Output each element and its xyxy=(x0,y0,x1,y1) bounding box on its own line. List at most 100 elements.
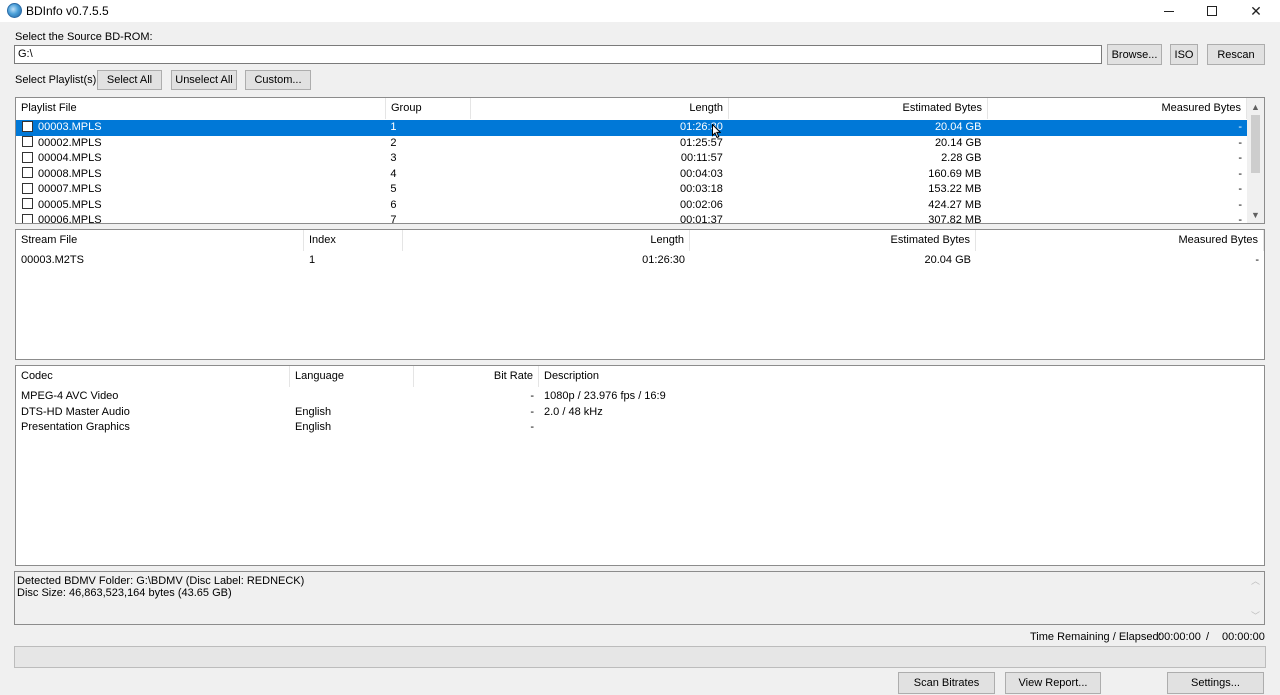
playlist-file: 00003.MPLS xyxy=(38,121,102,133)
codec-name: Presentation Graphics xyxy=(21,421,130,433)
source-path-input[interactable]: G:\ xyxy=(14,45,1102,64)
scroll-up-icon[interactable]: ▲ xyxy=(1247,98,1264,115)
playlist-row[interactable]: 00005.MPLS 6 00:02:06 424.27 MB - xyxy=(16,198,1247,214)
maximize-icon xyxy=(1207,6,1217,16)
playlist-row[interactable]: 00003.MPLS 1 01:26:30 20.04 GB - xyxy=(16,120,1247,136)
col-stream-measured-bytes[interactable]: Measured Bytes xyxy=(976,230,1264,251)
scan-progress-bar xyxy=(14,646,1266,668)
time-separator: / xyxy=(1206,631,1210,643)
select-playlists-label: Select Playlist(s): xyxy=(15,74,100,86)
iso-button[interactable]: ISO xyxy=(1170,44,1198,65)
col-group[interactable]: Group xyxy=(386,98,471,119)
playlist-checkbox[interactable] xyxy=(22,167,33,179)
stream-index: 1 xyxy=(309,254,316,266)
col-codec[interactable]: Codec xyxy=(16,366,290,387)
col-length[interactable]: Length xyxy=(471,98,729,119)
info-scrollbar[interactable]: ︿ ﹀ xyxy=(1247,572,1264,624)
codec-bitrate: - xyxy=(530,390,534,402)
playlist-length: 00:02:06 xyxy=(680,198,723,211)
playlist-checkbox[interactable] xyxy=(22,120,33,132)
unselect-all-button[interactable]: Unselect All xyxy=(171,70,237,90)
playlist-file: 00005.MPLS xyxy=(38,198,102,211)
playlist-row[interactable]: 00008.MPLS 4 00:04:03 160.69 MB - xyxy=(16,167,1247,183)
codec-table[interactable]: Codec Language Bit Rate Description MPEG… xyxy=(15,365,1265,566)
settings-button[interactable]: Settings... xyxy=(1167,672,1264,694)
playlist-group: 4 xyxy=(390,167,397,180)
stream-row[interactable]: 00003.M2TS 1 01:26:30 20.04 GB - xyxy=(16,253,1264,269)
playlist-estimated: 20.14 GB xyxy=(934,136,982,149)
codec-description xyxy=(539,420,1239,436)
col-bit-rate[interactable]: Bit Rate xyxy=(414,366,539,387)
disc-info-textarea[interactable]: Detected BDMV Folder: G:\BDMV (Disc Labe… xyxy=(14,571,1265,625)
minimize-button[interactable] xyxy=(1147,0,1191,22)
playlist-measured: - xyxy=(1238,183,1242,195)
playlist-checkbox[interactable] xyxy=(22,213,33,223)
codec-language: English xyxy=(295,405,332,418)
col-index[interactable]: Index xyxy=(304,230,403,251)
playlist-checkbox[interactable] xyxy=(22,136,33,148)
stream-length: 01:26:30 xyxy=(642,254,685,266)
col-stream-file[interactable]: Stream File xyxy=(16,230,304,251)
playlist-file: 00004.MPLS xyxy=(38,152,102,164)
playlist-file: 00006.MPLS xyxy=(38,214,102,224)
col-description[interactable]: Description xyxy=(539,366,1239,387)
close-button[interactable]: ✕ xyxy=(1234,0,1278,22)
custom-button[interactable]: Custom... xyxy=(245,70,311,90)
col-estimated-bytes[interactable]: Estimated Bytes xyxy=(729,98,988,119)
mouse-cursor-icon xyxy=(712,124,721,138)
scan-bitrates-button[interactable]: Scan Bitrates xyxy=(898,672,995,694)
playlist-row[interactable]: 00006.MPLS 7 00:01:37 307.82 MB - xyxy=(16,213,1247,224)
scroll-down-icon[interactable]: ▼ xyxy=(1247,206,1264,223)
view-report-button[interactable]: View Report... xyxy=(1005,672,1101,694)
col-stream-estimated-bytes[interactable]: Estimated Bytes xyxy=(690,230,976,251)
time-elapsed-value: 00:00:00 xyxy=(1222,631,1265,643)
stream-rows: 00003.M2TS 1 01:26:30 20.04 GB - xyxy=(16,253,1264,269)
col-playlist-file[interactable]: Playlist File xyxy=(16,98,386,119)
disc-info-size: Disc Size: 46,863,523,164 bytes (43.65 G… xyxy=(17,587,232,599)
info-scroll-up-icon[interactable]: ︿ xyxy=(1247,572,1264,589)
playlist-group: 3 xyxy=(390,152,397,164)
codec-table-header: Codec Language Bit Rate Description xyxy=(16,366,1239,387)
playlist-estimated: 307.82 MB xyxy=(928,214,982,224)
codec-row[interactable]: Presentation Graphics English - xyxy=(16,420,1264,436)
playlist-measured: - xyxy=(1238,136,1242,149)
playlist-estimated: 160.69 MB xyxy=(928,167,982,180)
playlist-length: 01:25:57 xyxy=(680,136,723,149)
stream-table[interactable]: Stream File Index Length Estimated Bytes… xyxy=(15,229,1265,360)
minimize-icon xyxy=(1164,11,1174,12)
playlist-file: 00007.MPLS xyxy=(38,183,102,195)
playlist-length: 01:26:30 xyxy=(680,121,723,133)
playlist-row[interactable]: 00007.MPLS 5 00:03:18 153.22 MB - xyxy=(16,182,1247,198)
scroll-thumb[interactable] xyxy=(1251,115,1260,173)
codec-row[interactable]: MPEG-4 AVC Video - 1080p / 23.976 fps / … xyxy=(16,389,1264,405)
col-language[interactable]: Language xyxy=(290,366,414,387)
playlist-table-header: Playlist File Group Length Estimated Byt… xyxy=(16,98,1247,119)
playlist-row[interactable]: 00004.MPLS 3 00:11:57 2.28 GB - xyxy=(16,151,1247,167)
time-remaining-value: 00:00:00 xyxy=(1158,631,1201,643)
rescan-button[interactable]: Rescan xyxy=(1207,44,1265,65)
playlist-length: 00:01:37 xyxy=(680,214,723,224)
source-label: Select the Source BD-ROM: xyxy=(15,31,153,43)
playlist-scrollbar[interactable]: ▲ ▼ xyxy=(1247,98,1264,223)
playlist-measured: - xyxy=(1238,167,1242,180)
playlist-checkbox[interactable] xyxy=(22,182,33,194)
playlist-checkbox[interactable] xyxy=(22,198,33,210)
codec-description: 1080p / 23.976 fps / 16:9 xyxy=(544,390,666,402)
codec-bitrate: - xyxy=(530,405,534,418)
col-stream-length[interactable]: Length xyxy=(403,230,690,251)
playlist-table[interactable]: Playlist File Group Length Estimated Byt… xyxy=(15,97,1265,224)
col-measured-bytes[interactable]: Measured Bytes xyxy=(988,98,1247,119)
select-all-button[interactable]: Select All xyxy=(97,70,162,90)
info-scroll-down-icon[interactable]: ﹀ xyxy=(1247,607,1264,624)
playlist-group: 1 xyxy=(390,121,397,133)
playlist-estimated: 20.04 GB xyxy=(934,121,982,133)
playlist-file: 00008.MPLS xyxy=(38,167,102,180)
playlist-group: 2 xyxy=(390,136,397,149)
codec-row[interactable]: DTS-HD Master Audio English - 2.0 / 48 k… xyxy=(16,405,1264,421)
maximize-button[interactable] xyxy=(1190,0,1234,22)
browse-button[interactable]: Browse... xyxy=(1107,44,1162,65)
playlist-measured: - xyxy=(1238,198,1242,211)
stream-estimated: 20.04 GB xyxy=(924,254,971,266)
playlist-row[interactable]: 00002.MPLS 2 01:25:57 20.14 GB - xyxy=(16,136,1247,152)
playlist-checkbox[interactable] xyxy=(22,151,33,163)
